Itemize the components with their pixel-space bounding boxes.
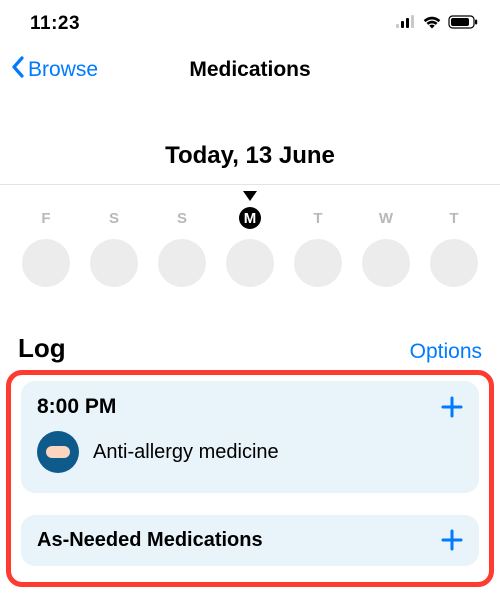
battery-icon — [448, 15, 478, 34]
day-label[interactable]: S — [148, 207, 216, 229]
add-as-needed-button[interactable] — [441, 529, 463, 552]
day-label[interactable]: T — [420, 207, 488, 229]
day-label[interactable]: M — [216, 207, 284, 229]
log-title: Log — [18, 333, 66, 364]
add-scheduled-button[interactable] — [441, 396, 463, 419]
nav-title: Medications — [189, 58, 310, 82]
day-dot[interactable] — [352, 239, 420, 287]
log-highlight-region: 8:00 PM Anti-allergy medicine As-Needed … — [6, 370, 494, 587]
status-time: 11:23 — [30, 13, 80, 35]
log-header: Log Options — [0, 333, 500, 364]
as-needed-card[interactable]: As-Needed Medications — [21, 515, 479, 566]
back-label: Browse — [28, 58, 98, 82]
current-day-pointer-icon — [0, 191, 500, 205]
scheduled-time-label: 8:00 PM — [37, 395, 116, 419]
as-needed-title: As-Needed Medications — [37, 529, 263, 552]
day-dot[interactable] — [420, 239, 488, 287]
medication-row[interactable]: Anti-allergy medicine — [37, 431, 463, 479]
date-heading: Today, 13 June — [0, 142, 500, 170]
status-bar: 11:23 — [0, 0, 500, 44]
day-label[interactable]: S — [80, 207, 148, 229]
back-button[interactable]: Browse — [8, 55, 98, 85]
medication-name: Anti-allergy medicine — [93, 441, 279, 464]
week-strip: FSSMTWT — [0, 184, 500, 287]
status-icons — [396, 15, 478, 34]
cellular-icon — [396, 15, 416, 33]
day-dot[interactable] — [148, 239, 216, 287]
day-dot[interactable] — [12, 239, 80, 287]
day-dot[interactable] — [80, 239, 148, 287]
day-label[interactable]: F — [12, 207, 80, 229]
nav-bar: Browse Medications — [0, 44, 500, 96]
chevron-left-icon — [8, 55, 26, 85]
pill-icon — [37, 431, 79, 473]
day-dot[interactable] — [216, 239, 284, 287]
options-button[interactable]: Options — [410, 340, 482, 364]
day-label[interactable]: W — [352, 207, 420, 229]
scheduled-medication-card[interactable]: 8:00 PM Anti-allergy medicine — [21, 381, 479, 493]
day-label[interactable]: T — [284, 207, 352, 229]
wifi-icon — [422, 15, 442, 34]
day-dot[interactable] — [284, 239, 352, 287]
